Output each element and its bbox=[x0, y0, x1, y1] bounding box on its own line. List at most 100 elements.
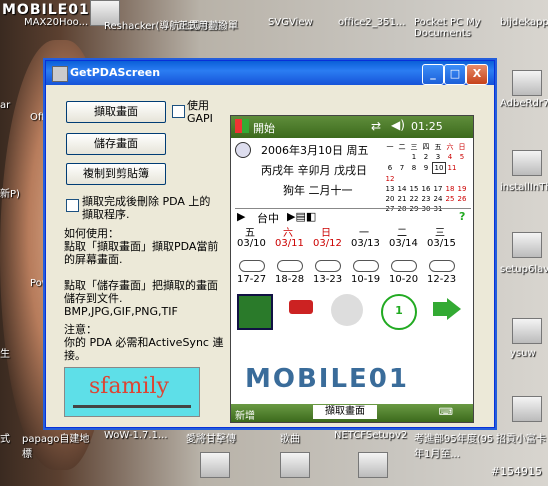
mobile01-logo: MOBILE01 bbox=[245, 364, 409, 394]
cloud-icon bbox=[237, 256, 267, 272]
calendar-day[interactable]: 4 bbox=[444, 152, 456, 162]
new-softkey[interactable]: 新增 bbox=[235, 407, 255, 422]
calendar-day[interactable]: 8 bbox=[408, 163, 420, 173]
calendar-day[interactable]: 19 bbox=[456, 184, 468, 194]
desktop-label[interactable]: 考進部95年度(95年1月至... bbox=[414, 430, 494, 460]
desktop-label[interactable]: installInThe bbox=[500, 182, 548, 193]
title-bar[interactable]: GetPDAScreen _ □ X bbox=[46, 61, 494, 85]
desktop-label[interactable]: WoW-1.7.1... bbox=[104, 430, 168, 441]
forecast-weekday: 日 bbox=[321, 228, 331, 239]
calendar-day[interactable]: 11 bbox=[446, 163, 458, 173]
calendar-day[interactable]: 15 bbox=[408, 184, 420, 194]
speaker-icon: ◀) bbox=[391, 118, 405, 132]
desktop-label[interactable]: papago自建地標 bbox=[22, 430, 98, 460]
calendar-day[interactable]: 30 bbox=[420, 204, 432, 214]
calendar-day[interactable]: 31 bbox=[432, 204, 444, 214]
calendar-day[interactable]: 5 bbox=[456, 152, 468, 162]
calendar-weekday: 三 bbox=[410, 143, 418, 151]
cloud-icon bbox=[427, 256, 457, 272]
cloud-icon bbox=[275, 256, 305, 272]
calendar-day[interactable]: 1 bbox=[408, 152, 420, 162]
use-gapi-checkbox[interactable] bbox=[172, 105, 185, 118]
calendar-day[interactable]: 21 bbox=[396, 194, 408, 204]
desktop-label[interactable]: ar bbox=[0, 100, 10, 111]
desktop-label[interactable]: 新P) bbox=[0, 185, 20, 200]
pda-taskbar: 開始 ⇄ ◀) 01:25 bbox=[231, 116, 473, 138]
app-navigation-icon[interactable] bbox=[237, 294, 273, 330]
desktop-label[interactable]: 生 bbox=[0, 345, 10, 360]
desktop-icon[interactable] bbox=[280, 452, 310, 478]
forecast-date: 03/12 bbox=[313, 238, 342, 249]
desktop-label[interactable]: 歌曲 bbox=[280, 430, 300, 445]
adobe-reader-icon[interactable] bbox=[512, 70, 542, 96]
date-line: 2006年3月10日 周五 bbox=[261, 144, 369, 157]
capture-screen-button[interactable]: 擷取畫面 bbox=[66, 101, 166, 123]
forecast-date: 03/11 bbox=[275, 238, 304, 249]
app-toolbox-icon[interactable] bbox=[285, 294, 317, 326]
calendar-day[interactable]: 26 bbox=[456, 194, 468, 204]
app-arrow-icon[interactable] bbox=[431, 294, 463, 326]
calendar-day[interactable]: 28 bbox=[396, 204, 408, 214]
save-screen-button[interactable]: 儲存畫面 bbox=[66, 133, 166, 155]
desktop-label[interactable]: office2_351... bbox=[338, 17, 405, 28]
calendar-day[interactable]: 25 bbox=[444, 194, 456, 204]
howto-text: 如何使用： 點取「擷取畫面」擷取PDA當前的屏幕畫面. 點取「儲存畫面」把擷取的… bbox=[64, 227, 219, 318]
desktop-label[interactable]: setup6lav bbox=[500, 264, 548, 275]
calendar-day[interactable]: 14 bbox=[396, 184, 408, 194]
desktop-label[interactable]: 正式用劃撥單 bbox=[178, 17, 238, 32]
calendar-day[interactable]: 24 bbox=[432, 194, 444, 204]
forecast-date: 03/13 bbox=[351, 238, 380, 249]
setup-icon[interactable] bbox=[512, 232, 542, 258]
app-mio-icon[interactable] bbox=[331, 294, 363, 326]
calendar-day[interactable]: 3 bbox=[432, 152, 444, 162]
copy-clipboard-button[interactable]: 複制到剪貼簿 bbox=[66, 163, 166, 185]
desktop-label[interactable]: 招貢小富卡 bbox=[496, 430, 546, 445]
desktop-icon[interactable] bbox=[200, 452, 230, 478]
ysuw-icon[interactable] bbox=[512, 318, 542, 344]
calendar-day[interactable]: 7 bbox=[396, 163, 408, 173]
calendar-day[interactable]: 2 bbox=[420, 152, 432, 162]
calendar-day[interactable]: 29 bbox=[408, 204, 420, 214]
desktop-label[interactable]: bijdekapp bbox=[500, 17, 548, 28]
forecast-temp: 18-28 bbox=[275, 274, 305, 285]
calendar-day[interactable]: 12 bbox=[384, 174, 396, 184]
help-label: ? bbox=[459, 210, 466, 223]
calendar-day[interactable]: 23 bbox=[420, 194, 432, 204]
calendar-day[interactable]: 17 bbox=[432, 184, 444, 194]
calendar-day[interactable]: 27 bbox=[384, 204, 396, 214]
desktop-label[interactable]: SVGView bbox=[268, 17, 313, 28]
note-text: 注意： 你的 PDA 必需和ActiveSync 連接。 bbox=[64, 323, 224, 362]
minimize-button[interactable]: _ bbox=[422, 64, 444, 85]
capture-softkey[interactable]: 擷取畫面 bbox=[313, 405, 377, 419]
calendar-weekday: 四 bbox=[422, 143, 430, 151]
desktop-label[interactable]: AdbeRdr70 bbox=[500, 98, 548, 109]
use-gapi-label: 使用GAPI bbox=[187, 99, 213, 125]
calendar-weekday: 日 bbox=[458, 143, 466, 151]
desktop-label[interactable]: NETCFSetupv2 bbox=[334, 430, 407, 441]
app-clover-icon[interactable]: 1 bbox=[381, 294, 417, 330]
calendar-day[interactable]: 13 bbox=[384, 184, 396, 194]
calendar-day[interactable]: 6 bbox=[384, 163, 396, 173]
keyboard-icon[interactable]: ⌨ bbox=[439, 407, 453, 418]
maximize-button[interactable]: □ bbox=[444, 64, 466, 85]
calendar-day[interactable]: 18 bbox=[444, 184, 456, 194]
calendar-day[interactable]: 10 bbox=[432, 162, 446, 174]
desktop-label[interactable]: ysuw bbox=[510, 348, 536, 359]
calendar-day[interactable]: 22 bbox=[408, 194, 420, 204]
card-icon[interactable] bbox=[512, 396, 542, 422]
delete-after-capture-checkbox[interactable] bbox=[66, 199, 79, 212]
desktop-label[interactable]: 式 bbox=[0, 430, 10, 445]
desktop-label[interactable]: 愛將甘擊傳 bbox=[186, 430, 236, 445]
desktop-label[interactable]: MAX20Hoo... bbox=[24, 17, 88, 28]
window-title: GetPDAScreen bbox=[70, 66, 161, 79]
close-button[interactable]: X bbox=[466, 64, 488, 85]
forecast-temp: 17-27 bbox=[237, 274, 267, 285]
calendar-day[interactable]: 9 bbox=[420, 163, 432, 173]
app-icon bbox=[52, 66, 68, 82]
forecast-weekday: 六 bbox=[283, 228, 293, 239]
desktop-label[interactable]: Pocket PC My Documents bbox=[414, 17, 484, 39]
calendar-day[interactable]: 20 bbox=[384, 194, 396, 204]
calendar-day[interactable]: 16 bbox=[420, 184, 432, 194]
desktop-icon[interactable] bbox=[358, 452, 388, 478]
installer-icon[interactable] bbox=[512, 150, 542, 176]
